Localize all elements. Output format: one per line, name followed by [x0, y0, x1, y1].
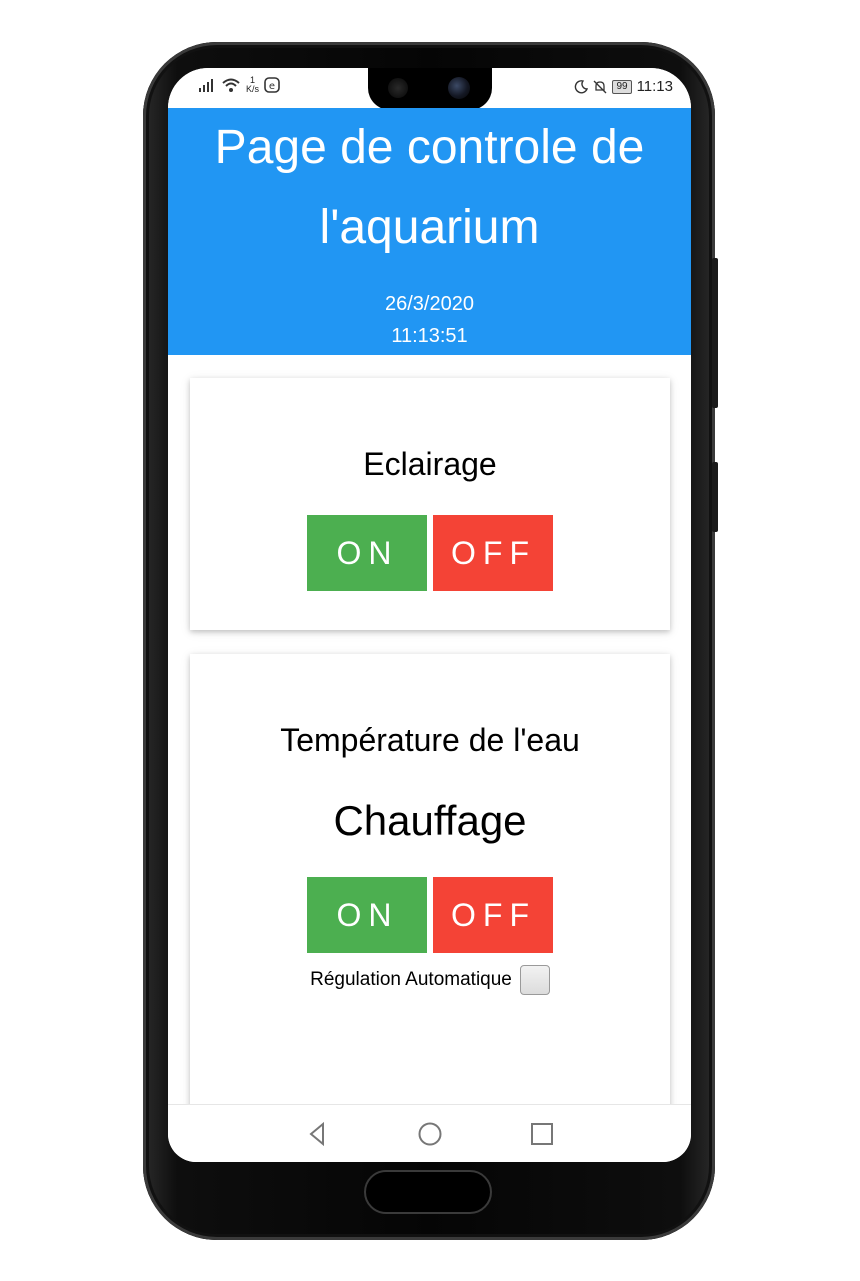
- heating-controls: ON OFF: [190, 877, 670, 953]
- auto-regulation-checkbox[interactable]: [519, 965, 550, 995]
- network-speed: 1 K/s: [246, 76, 259, 94]
- recents-icon[interactable]: [527, 1119, 557, 1149]
- earpiece-speaker: [388, 78, 408, 98]
- moon-icon: [575, 79, 589, 93]
- lighting-card: Eclairage ON OFF: [190, 378, 670, 630]
- status-bar: 1 K/s e 99 11:13: [168, 68, 691, 110]
- page-header: Page de controle de l'aquarium 26/3/2020…: [168, 108, 691, 355]
- water-temperature-card: Température de l'eau Chauffage ON OFF Ré…: [190, 654, 670, 1124]
- heating-on-button[interactable]: ON: [307, 877, 427, 953]
- heating-title: Chauffage: [333, 797, 527, 844]
- wifi-icon: [222, 78, 240, 92]
- signal-icon: [199, 79, 213, 92]
- water-temperature-title: Température de l'eau: [280, 722, 580, 758]
- lighting-off-button[interactable]: OFF: [433, 515, 553, 591]
- lighting-title: Eclairage: [363, 446, 497, 482]
- lighting-controls: ON OFF: [190, 515, 670, 591]
- lighting-on-button[interactable]: ON: [307, 515, 427, 591]
- status-clock: 11:13: [636, 78, 673, 95]
- svg-text:e: e: [269, 81, 275, 92]
- back-icon[interactable]: [303, 1119, 333, 1149]
- home-icon[interactable]: [415, 1119, 445, 1149]
- status-right: 99 11:13: [574, 78, 673, 95]
- volume-button: [712, 258, 718, 408]
- auto-regulation-row: Régulation Automatique: [190, 965, 670, 995]
- front-camera: [448, 77, 470, 99]
- app-notification-icon: e: [264, 77, 280, 93]
- battery-indicator: 99: [612, 79, 632, 94]
- android-navigation-bar: [168, 1104, 691, 1162]
- page-title: Page de controle de l'aquarium: [214, 121, 645, 254]
- current-time: 11:13:51: [391, 325, 468, 347]
- power-button: [712, 462, 718, 532]
- status-left: 1 K/s e: [198, 76, 280, 94]
- camera-notch: [368, 68, 492, 110]
- current-date: 26/3/2020: [385, 293, 474, 315]
- fingerprint-home-key[interactable]: [364, 1170, 492, 1214]
- speed-unit: K/s: [246, 84, 260, 94]
- heating-off-button[interactable]: OFF: [433, 877, 553, 953]
- auto-regulation-label: Régulation Automatique: [310, 969, 512, 990]
- phone-screen: 1 K/s e 99 11:13 Page de controle de l'a…: [168, 68, 691, 1162]
- bell-muted-icon: [593, 80, 607, 93]
